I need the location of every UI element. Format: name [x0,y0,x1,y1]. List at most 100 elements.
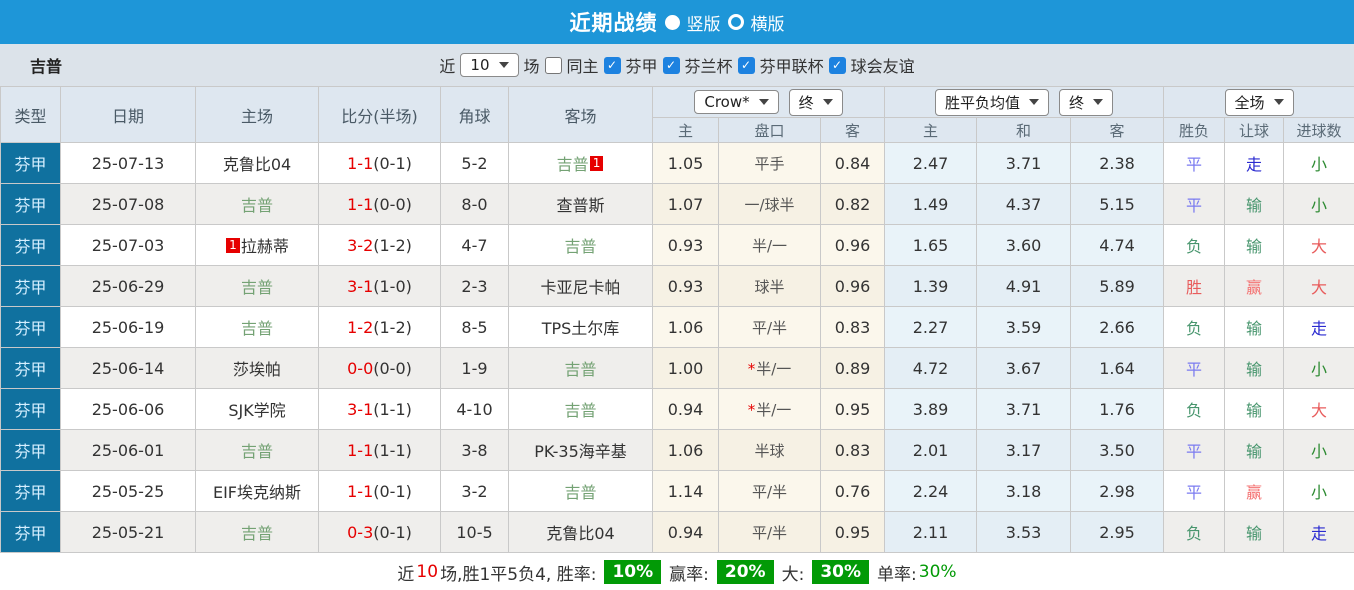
handicap-line-cell: *半/一 [718,388,821,430]
vertical-layout-radio[interactable] [664,14,680,30]
handicap-result-cell: 赢 [1224,265,1285,307]
away-team-cell: 卡亚尼卡帕 [508,265,653,307]
handicap-result-cell: 赢 [1224,470,1285,512]
away-team-name: 克鲁比04 [546,524,615,543]
avg-odds-select[interactable]: 胜平负均值 [935,88,1050,116]
handicap-away-odds: 0.96 [819,265,886,307]
handicap-result-cell: 输 [1224,347,1285,389]
handicap-line-cell: 平/半 [718,306,821,348]
result-cell: 负 [1163,511,1226,553]
home-team-name: 吉普 [240,524,273,543]
league-checkbox-friendly[interactable] [828,56,846,74]
sub-header-handicap-away: 客 [819,117,886,143]
home-team-name: 莎埃帕 [232,360,281,379]
handicap-result-cell: 输 [1224,183,1285,225]
avg-draw-odds: 4.37 [976,183,1072,225]
col-header-date: 日期 [60,86,196,143]
handicap-away-odds: 0.83 [819,306,886,348]
table-row: 芬甲 25-06-14 莎埃帕 0-0(0-0) 1-9 吉普 1.00 *半/… [0,347,1354,389]
away-team-name: 吉普 [564,401,597,420]
away-team-name: 吉普 [556,155,589,174]
same-home-checkbox[interactable] [544,56,562,74]
score-cell: 0-0(0-0) [318,347,441,389]
sub-header-handicap-result: 让球 [1224,117,1285,143]
single-rate-value: 30% [918,562,957,582]
avg-away-odds: 3.50 [1070,429,1165,471]
table-row: 芬甲 25-05-21 吉普 0-3(0-1) 10-5 克鲁比04 0.94 … [0,511,1354,553]
avg-draw-odds: 3.60 [976,224,1072,266]
away-team-cell: TPS土尔库 [508,306,653,348]
avg-away-odds: 4.74 [1070,224,1165,266]
summary-count: 10 [416,562,439,582]
avg-time-select[interactable]: 终 [1059,88,1114,116]
handicap-away-odds: 0.89 [819,347,886,389]
home-team-name: 吉普 [240,278,273,297]
avg-draw-odds: 3.53 [976,511,1072,553]
horizontal-layout-radio[interactable] [727,14,744,30]
bookmaker-select[interactable]: Crow* [694,90,779,114]
home-team-cell: 吉普 [195,511,319,553]
league-cell: 芬甲 [0,429,61,471]
home-team-cell: 1 拉赫蒂 [195,224,319,266]
home-team-cell: 吉普 [195,265,319,307]
away-team-cell: PK-35海辛基 [508,429,653,471]
table-row: 芬甲 25-06-19 吉普 1-2(1-2) 8-5 TPS土尔库 1.06 … [0,306,1354,348]
table-row: 芬甲 25-06-06 SJK学院 3-1(1-1) 4-10 吉普 0.94 … [0,388,1354,430]
win-rate-badge: 10% [604,560,662,584]
league-checkbox-finland-d2[interactable] [603,56,621,74]
matches-label: 场 [523,57,540,76]
goals-result-cell: 小 [1283,347,1354,389]
near-label: 近 [439,57,456,76]
avg-home-odds: 1.39 [884,265,978,307]
score-cell: 1-2(1-2) [318,306,441,348]
league-label-league-cup: 芬甲联杯 [759,57,824,76]
results-table: 类型 日期 主场 比分(半场) 角球 客场 Crow* 终 胜平负均值 终 全场… [0,86,1354,553]
corner-cell: 4-7 [440,224,509,266]
handicap-time-select[interactable]: 终 [788,88,843,116]
league-cell: 芬甲 [0,183,61,225]
league-checkbox-league-cup[interactable] [737,56,755,74]
league-cell: 芬甲 [0,347,61,389]
scope-select[interactable]: 全场 [1224,88,1294,116]
chevron-down-icon [822,99,833,105]
handicap-result-cell: 输 [1224,388,1285,430]
goals-result-cell: 大 [1283,388,1354,430]
result-cell: 胜 [1163,265,1226,307]
match-count-select[interactable]: 10 [460,53,519,77]
title-bar: 近期战绩 竖版 横版 [0,0,1354,44]
avg-away-odds: 5.15 [1070,183,1165,225]
handicap-group-header: Crow* 终 [651,86,886,118]
corner-cell: 10-5 [440,511,509,553]
handicap-home-odds: 1.06 [652,306,719,348]
league-cell: 芬甲 [0,388,61,430]
goals-result-cell: 小 [1283,470,1354,512]
avg-draw-odds: 3.59 [976,306,1072,348]
sub-header-handicap-line: 盘口 [718,117,821,143]
goals-result-cell: 大 [1283,224,1354,266]
sub-header-avg-away: 客 [1070,117,1165,143]
avg-away-odds: 1.76 [1070,388,1165,430]
date-cell: 25-07-08 [60,183,196,225]
avg-home-odds: 4.72 [884,347,978,389]
handicap-away-odds: 0.95 [819,511,886,553]
league-cell: 芬甲 [0,142,61,184]
summary-bar: 近 10 场,胜1平5负4, 胜率: 10% 赢率: 20% 大: 30% 单率: … [0,553,1354,590]
league-label-friendly: 球会友谊 [850,57,915,76]
league-checkbox-finnish-cup[interactable] [662,56,680,74]
table-row: 芬甲 25-07-13 克鲁比04 1-1(0-1) 5-2 吉普 1 1.05 … [0,142,1354,184]
score-cell: 1-1(0-1) [318,142,441,184]
handicap-away-odds: 0.96 [819,224,886,266]
handicap-result-cell: 输 [1224,224,1285,266]
handicap-line-cell: 半/一 [718,224,821,266]
score-cell: 3-1(1-0) [318,265,441,307]
handicap-home-odds: 0.94 [652,388,719,430]
result-cell: 平 [1163,142,1226,184]
league-label-finland-d2: 芬甲 [625,57,658,76]
home-team-name: 吉普 [240,196,273,215]
sub-header-avg-home: 主 [884,117,978,143]
home-team-cell: 吉普 [195,183,319,225]
result-cell: 负 [1163,306,1226,348]
corner-cell: 2-3 [440,265,509,307]
home-team-name: SJK学院 [228,401,286,420]
home-team-cell: EIF埃克纳斯 [195,470,319,512]
